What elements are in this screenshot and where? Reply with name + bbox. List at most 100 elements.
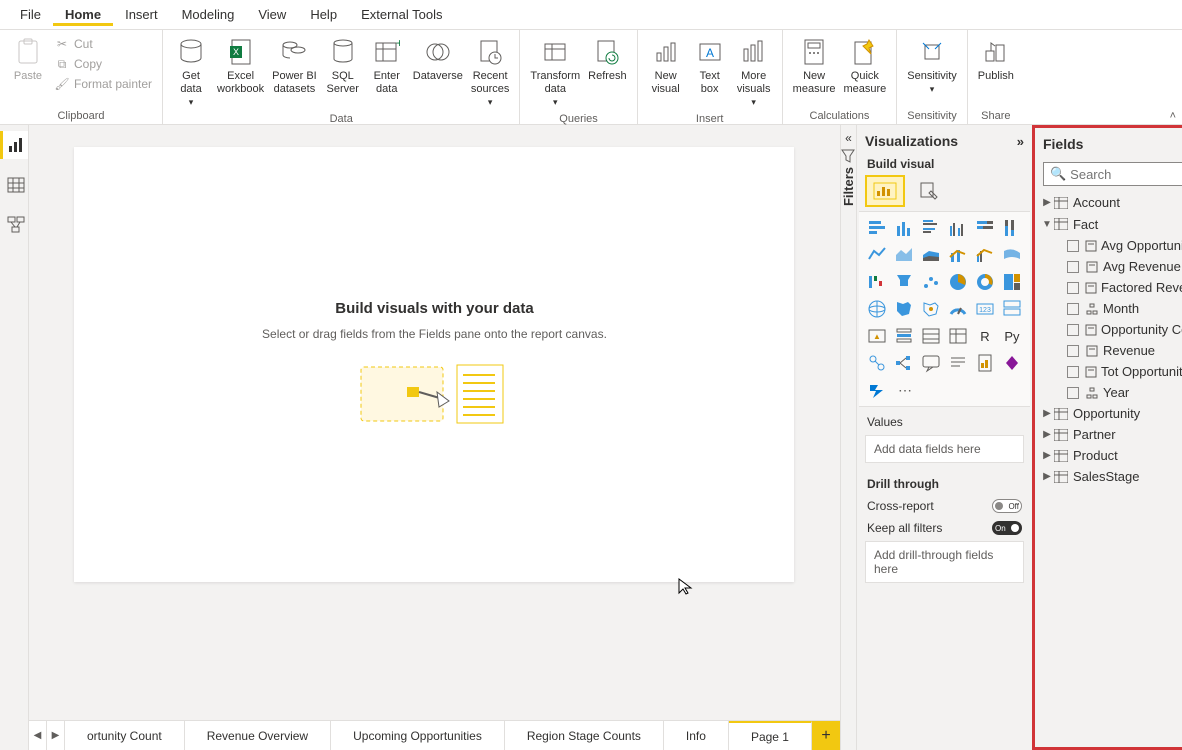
menu-external-tools[interactable]: External Tools (349, 3, 454, 26)
format-visual-mode-button[interactable] (911, 177, 947, 205)
refresh-button[interactable]: Refresh (584, 34, 631, 85)
field-checkbox[interactable] (1067, 324, 1079, 336)
excel-workbook-button[interactable]: XExcel workbook (213, 34, 268, 98)
model-view-button[interactable] (0, 211, 28, 239)
menu-file[interactable]: File (8, 3, 53, 26)
field-avg-opportunity[interactable]: Avg Opportunity... (1039, 235, 1182, 256)
enter-data-button[interactable]: +Enter data (365, 34, 409, 98)
scatter-icon[interactable] (919, 270, 943, 294)
menu-home[interactable]: Home (53, 3, 113, 26)
stacked-column-100-icon[interactable] (1000, 216, 1024, 240)
stacked-column-icon[interactable] (892, 216, 916, 240)
field-revenue[interactable]: Revenue (1039, 340, 1182, 361)
tabs-prev-button[interactable]: ◀ (29, 721, 47, 750)
recent-sources-button[interactable]: Recent sources▾ (467, 34, 514, 111)
filled-map-icon[interactable] (892, 297, 916, 321)
cut-button[interactable]: ✂Cut (50, 34, 156, 54)
filters-expand-button[interactable]: « (845, 131, 852, 145)
field-factored-revenue[interactable]: Factored Revenue (1039, 277, 1182, 298)
report-canvas[interactable]: Build visuals with your data Select or d… (74, 147, 794, 582)
menu-modeling[interactable]: Modeling (170, 3, 247, 26)
field-opportunity-count[interactable]: Opportunity Cou... (1039, 319, 1182, 340)
python-visual-icon[interactable]: Py (1000, 324, 1024, 348)
gauge-icon[interactable] (946, 297, 970, 321)
quick-measure-button[interactable]: Quick measure (839, 34, 890, 98)
table-product[interactable]: ▶Product (1039, 445, 1182, 466)
tabs-next-button[interactable]: ▶ (47, 721, 65, 750)
paste-button[interactable]: Paste (6, 34, 50, 85)
menu-insert[interactable]: Insert (113, 3, 170, 26)
sensitivity-button[interactable]: Sensitivity▾ (903, 34, 961, 98)
field-checkbox[interactable] (1067, 261, 1079, 273)
line-chart-icon[interactable] (865, 243, 889, 267)
drillthrough-drop-well[interactable]: Add drill-through fields here (865, 541, 1024, 583)
page-tab-3[interactable]: Region Stage Counts (505, 721, 664, 750)
values-drop-well[interactable]: Add data fields here (865, 435, 1024, 463)
get-more-visuals-icon[interactable]: ⋯ (892, 378, 916, 402)
matrix-icon[interactable] (946, 324, 970, 348)
stacked-area-icon[interactable] (919, 243, 943, 267)
field-checkbox[interactable] (1067, 387, 1079, 399)
menu-help[interactable]: Help (298, 3, 349, 26)
decomposition-tree-icon[interactable] (892, 351, 916, 375)
line-clustered-column-icon[interactable] (973, 243, 997, 267)
format-painter-button[interactable]: 🖌Format painter (50, 74, 156, 94)
text-box-button[interactable]: AText box (688, 34, 732, 98)
azure-map-icon[interactable] (919, 297, 943, 321)
copy-button[interactable]: ⧉Copy (50, 54, 156, 74)
report-view-button[interactable] (0, 131, 28, 159)
field-checkbox[interactable] (1067, 303, 1079, 315)
page-tab-1[interactable]: Revenue Overview (185, 721, 331, 750)
smart-narrative-icon[interactable] (946, 351, 970, 375)
r-visual-icon[interactable]: R (973, 324, 997, 348)
new-visual-button[interactable]: New visual (644, 34, 688, 98)
field-avg-revenue[interactable]: Avg Revenue (1039, 256, 1182, 277)
data-view-button[interactable] (0, 171, 28, 199)
clustered-column-icon[interactable] (946, 216, 970, 240)
key-influencers-icon[interactable] (865, 351, 889, 375)
field-tot-opportunity[interactable]: Tot Opportunity ... (1039, 361, 1182, 382)
table-partner[interactable]: ▶Partner (1039, 424, 1182, 445)
viz-collapse-button[interactable]: » (1017, 134, 1024, 149)
field-checkbox[interactable] (1067, 345, 1079, 357)
slicer-icon[interactable] (892, 324, 916, 348)
table-fact[interactable]: ▼Fact⋯ (1039, 213, 1182, 235)
build-visual-mode-button[interactable] (867, 177, 903, 205)
get-data-button[interactable]: Get data▾ (169, 34, 213, 111)
table-opportunity[interactable]: ▶Opportunity (1039, 403, 1182, 424)
line-stacked-column-icon[interactable] (946, 243, 970, 267)
menu-view[interactable]: View (246, 3, 298, 26)
funnel-icon[interactable] (892, 270, 916, 294)
multi-row-card-icon[interactable] (1000, 297, 1024, 321)
page-tab-5[interactable]: Page 1 (729, 721, 812, 750)
transform-data-button[interactable]: Transform data▾ (526, 34, 584, 111)
keep-filters-toggle[interactable]: On (992, 521, 1022, 535)
canvas-area[interactable]: Build visuals with your data Select or d… (29, 125, 840, 720)
dataverse-button[interactable]: Dataverse (409, 34, 467, 85)
stacked-bar-icon[interactable] (865, 216, 889, 240)
table-salesstage[interactable]: ▶SalesStage (1039, 466, 1182, 487)
fields-search-box[interactable]: 🔍 (1043, 162, 1182, 186)
sql-server-button[interactable]: SQL Server (321, 34, 365, 98)
more-visuals-button[interactable]: More visuals▾ (732, 34, 776, 111)
powerbi-datasets-button[interactable]: Power BI datasets (268, 34, 321, 98)
new-measure-button[interactable]: New measure (789, 34, 840, 98)
power-automate-icon[interactable] (865, 378, 889, 402)
add-page-button[interactable]: + (812, 721, 840, 750)
field-checkbox[interactable] (1067, 366, 1079, 378)
page-tab-0[interactable]: ortunity Count (65, 721, 185, 750)
field-checkbox[interactable] (1067, 282, 1079, 294)
publish-button[interactable]: Publish (974, 34, 1018, 85)
stacked-bar-100-icon[interactable] (973, 216, 997, 240)
cross-report-toggle[interactable]: Off (992, 499, 1022, 513)
table-account[interactable]: ▶Account (1039, 192, 1182, 213)
ribbon-chart-icon[interactable] (1000, 243, 1024, 267)
field-month[interactable]: Month (1039, 298, 1182, 319)
waterfall-icon[interactable] (865, 270, 889, 294)
card-icon[interactable]: 123 (973, 297, 997, 321)
ribbon-collapse-icon[interactable]: ˄ (1170, 110, 1176, 122)
treemap-icon[interactable] (1000, 270, 1024, 294)
field-checkbox[interactable] (1067, 240, 1079, 252)
qa-visual-icon[interactable] (919, 351, 943, 375)
fields-search-input[interactable] (1070, 167, 1182, 182)
